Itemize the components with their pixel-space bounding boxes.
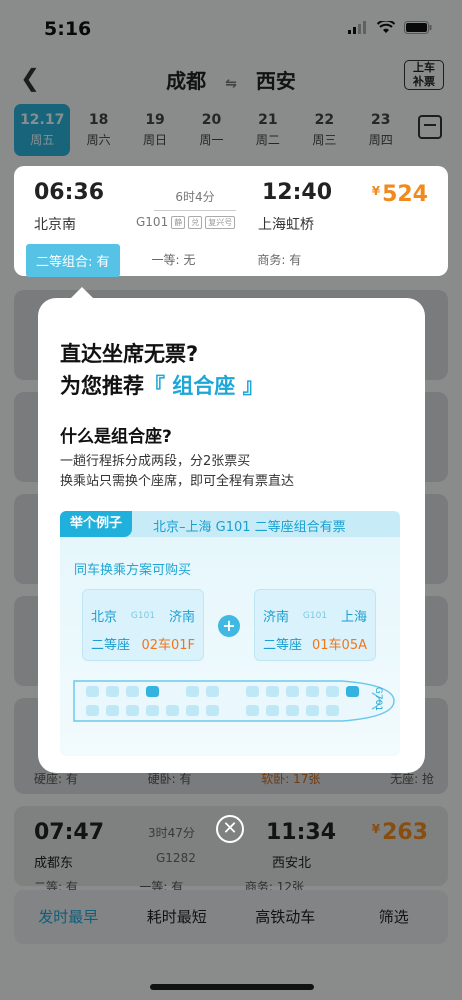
popup-title-highlight: 『 组合座 』 <box>144 374 264 398</box>
popup-description: 一趟行程拆分成两段，分2张票买 换乘站只需换个座席，即可全程有票直达 <box>60 452 294 492</box>
popup-question: 什么是组合座? <box>60 427 172 447</box>
price: ¥524 <box>372 182 428 207</box>
example-title: 北京–上海 G101 二等座组合有票 <box>153 520 346 535</box>
plus-icon: + <box>218 615 240 637</box>
segment-route: 济南 G101 上海 <box>263 606 367 625</box>
segment-seat-no: 02车01F <box>141 638 195 653</box>
train-label: G701 <box>373 686 384 712</box>
home-indicator <box>150 984 314 990</box>
train-info: G101 静 兑 复兴号 <box>136 215 236 229</box>
segment-to: 上海 <box>340 610 367 625</box>
highlighted-train-card[interactable]: 06:36 北京南 6时4分 G101 静 兑 复兴号 12:40 上海虹桥 ¥… <box>14 166 448 277</box>
train-number: G101 <box>136 215 169 229</box>
popup-title-line1: 直达坐席无票? <box>60 342 199 366</box>
popup-title-line2: 为您推荐『 组合座 』 <box>60 370 264 402</box>
desc-line-1: 一趟行程拆分成两段，分2张票买 <box>60 454 251 469</box>
segment-seat: 二等座 01车05A <box>263 634 367 653</box>
popup-pointer <box>70 287 94 299</box>
popup-title-prefix: 为您推荐 <box>60 374 144 398</box>
example-badge: 举个例子 <box>60 511 133 537</box>
combo-seat-popup: 直达坐席无票? 为您推荐『 组合座 』 什么是组合座? 一趟行程拆分成两段，分2… <box>38 287 425 773</box>
segment-seat-type: 二等座 <box>91 638 131 653</box>
arrive-time: 12:40 <box>262 180 333 205</box>
depart-station: 北京南 <box>34 217 76 233</box>
segment-card-2: 济南 G101 上海 二等座 01车05A <box>254 589 376 661</box>
desc-line-2: 换乘站只需换个座席，即可全程有票直达 <box>60 474 295 489</box>
close-icon[interactable]: ✕ <box>216 815 244 843</box>
segment-seat-type: 二等座 <box>263 638 303 653</box>
segment-seat-no: 01车05A <box>312 638 367 653</box>
example-header: 举个例子 北京–上海 G101 二等座组合有票 <box>60 511 400 537</box>
seat-business-class: 商务: 有 <box>257 253 302 267</box>
seat-availability-row: 二等组合: 有 一等: 无 商务: 有 <box>26 244 446 277</box>
segment-to: 济南 <box>168 610 195 625</box>
arrive-station: 上海虹桥 <box>258 217 314 233</box>
quiet-car-tag: 静 <box>171 215 186 229</box>
segment-route: 北京 G101 济南 <box>91 606 195 625</box>
segment-from: 北京 <box>91 610 118 625</box>
train-diagram-icon <box>73 680 395 722</box>
popup-title: 直达坐席无票? 为您推荐『 组合座 』 <box>60 338 264 402</box>
seat-combo-second-class[interactable]: 二等组合: 有 <box>26 244 120 277</box>
price-value: 524 <box>382 182 428 207</box>
segment-train: G101 <box>302 610 328 621</box>
app-root: 5:16 ❮ 成都 ⇋ 西安 上车 补票 12.17 周五 18 周六 19 周日 2… <box>0 0 462 1000</box>
points-tag: 兑 <box>188 215 203 229</box>
segment-from: 济南 <box>263 610 290 625</box>
segment-seat: 二等座 02车01F <box>91 634 195 653</box>
fuxing-tag: 复兴号 <box>205 215 236 229</box>
segment-train: G101 <box>130 610 156 621</box>
example-panel: 举个例子 北京–上海 G101 二等座组合有票 同车换乘方案可购买 北京 G101… <box>60 511 400 756</box>
seat-first-class: 一等: 无 <box>151 253 196 267</box>
depart-time: 06:36 <box>34 180 105 205</box>
example-note: 同车换乘方案可购买 <box>74 563 192 578</box>
currency-symbol: ¥ <box>371 184 381 198</box>
duration: 6时4分 <box>154 188 236 211</box>
segment-card-1: 北京 G101 济南 二等座 02车01F <box>82 589 204 661</box>
